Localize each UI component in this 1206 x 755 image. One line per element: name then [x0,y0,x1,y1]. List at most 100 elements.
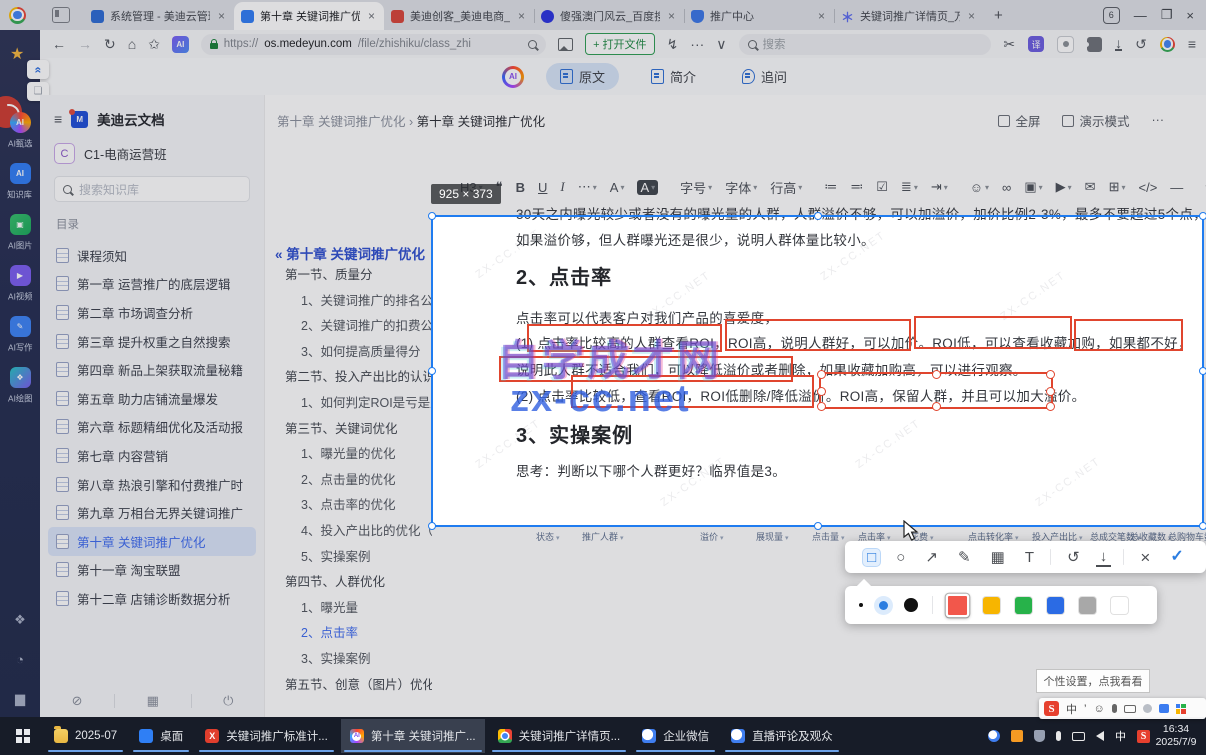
editor-toolbar-button[interactable]: A ▾ [637,179,659,195]
tab-close-icon[interactable]: × [366,9,377,23]
ai-rail-item[interactable]: ▣ AI图片 [0,214,40,252]
taskbar-app-button[interactable]: 直播评论及观众 [722,719,842,753]
selection-handle[interactable] [1199,212,1206,220]
capture-tool-button[interactable]: ↺ [1063,549,1084,566]
favorite-star-icon[interactable]: ★ [10,44,24,64]
viewer-tab[interactable]: 原文 [546,63,620,90]
tray-microphone-icon[interactable] [1056,731,1061,741]
ime-mode-toggle[interactable]: 中 [1066,701,1077,717]
profile-chrome-icon[interactable] [1159,36,1175,52]
tray-sogou-icon[interactable]: S [1137,729,1150,743]
plugin-icon[interactable]: ❖ [14,612,26,628]
minimize-button[interactable]: — [1134,8,1147,23]
capture-tool-button[interactable]: ↗ [921,549,942,566]
stroke-size-option[interactable] [904,598,918,612]
tab-close-icon[interactable]: × [516,9,527,23]
open-file-button[interactable]: + 打开文件 [585,33,655,55]
knowledge-search-input[interactable]: 搜索知识库 [54,176,250,202]
browser-tab[interactable]: 美迪创客_美迪电商_美 × [384,2,534,30]
forward-icon[interactable]: → [78,36,92,52]
tab-group-icon[interactable] [52,7,70,23]
edit-disabled-icon[interactable]: ⊘ [72,693,83,709]
tab-close-icon[interactable]: × [966,9,977,23]
browser-tab[interactable]: 第十章 关键词推广优化 × [234,2,384,30]
fullscreen-button[interactable]: 全屏 [998,111,1040,130]
power-icon[interactable]: ⏻ [223,693,233,709]
tray-ime-mode[interactable]: 中 [1115,728,1126,744]
editor-toolbar-button[interactable]: ⋯ ▾ [578,179,597,195]
taskbar-app-button[interactable]: 第十章 关键词推广... [340,719,485,753]
sogou-logo-icon[interactable]: S [1044,701,1059,716]
ssl-lock-icon[interactable] [209,38,218,49]
capture-tool-button[interactable] [1123,549,1125,565]
collapse-toc-icon[interactable]: « [275,247,283,262]
ai-rail-item[interactable]: AI 知识库 [0,163,40,201]
browser-tab[interactable]: 傻强澳门风云_百度搜索 × [534,2,684,30]
translate-extension-icon[interactable]: 译 [1028,36,1045,52]
close-button[interactable]: × [1186,8,1194,23]
tab-close-icon[interactable]: × [216,9,227,23]
document-list-item[interactable]: 第五章 助力店铺流量爆发 [40,384,264,413]
document-list-item[interactable]: 第七章 内容营销 [40,441,264,470]
editor-toolbar-button[interactable]: ∞ [1002,180,1011,195]
editor-toolbar-button[interactable]: A ▾ [610,180,625,195]
document-list-item[interactable]: 第六章 标题精细优化及活动报 [40,413,264,442]
history-clock-icon[interactable]: ◔ [16,652,24,667]
document-list-item[interactable]: 第九章 万相台无界关键词推广 [40,498,264,527]
editor-toolbar-button[interactable]: U [538,180,547,195]
editor-toolbar-button[interactable]: ≕ [850,179,863,195]
ai-extension-icon[interactable]: AI [171,35,189,53]
breadcrumb-parent[interactable]: 第十章 关键词推广优化 [277,115,405,129]
table-column-header[interactable]: 推广人群 [582,530,700,543]
selection-handle[interactable] [428,212,436,220]
downloads-icon[interactable]: ↓ [1115,36,1123,51]
ime-voice-icon[interactable] [1111,704,1117,713]
tab-close-icon[interactable]: × [816,9,827,23]
taskbar-app-button[interactable]: 2025-07 [45,719,126,753]
editor-toolbar-button[interactable]: ☺ ▾ [970,180,989,195]
browser-tab[interactable]: 系统管理 - 美迪云管理 × [84,2,234,30]
color-swatch[interactable] [1047,596,1064,614]
tray-display-icon[interactable] [1072,731,1085,741]
screenshot-scissors-icon[interactable]: ✂ [1003,36,1015,53]
editor-toolbar-button[interactable]: ⇥ ▾ [931,179,948,195]
selection-handle[interactable] [813,212,822,220]
editor-toolbar-button[interactable]: ≔ [824,179,837,195]
viewer-tab[interactable]: 追问 [728,63,801,90]
menu-icon[interactable]: ≡ [1188,36,1196,52]
image-tool-icon[interactable] [558,37,574,51]
tray-app-icon[interactable] [1011,730,1023,742]
selection-handle[interactable] [1199,367,1206,375]
table-column-header[interactable]: 状态 [536,530,582,543]
capture-tool-button[interactable]: ▦ [987,549,1009,566]
lightning-icon[interactable]: ↯ [667,36,679,53]
editor-toolbar-button[interactable]: ☑ [876,179,888,195]
more-actions-button[interactable]: ··· [1152,113,1165,127]
restore-button[interactable]: ❐ [1161,7,1173,23]
reload-icon[interactable]: ↻ [104,36,116,53]
editor-toolbar-button[interactable]: ≣ ▾ [901,179,918,195]
capture-tool-button[interactable]: T [1021,549,1038,566]
editor-toolbar-button[interactable]: ✉ [1085,179,1096,195]
document-list-item[interactable]: 第八章 热浪引擎和付费推广时 [40,470,264,499]
document-list-item[interactable]: 课程须知 [40,241,264,270]
ime-punctuation-toggle[interactable]: ’ [1084,703,1086,715]
editor-toolbar-button[interactable]: ▣ ▾ [1024,179,1042,195]
color-swatch[interactable] [983,596,1000,614]
ai-rail-item[interactable]: AI AI甄选 [0,112,40,150]
toc-chapter-header[interactable]: « 第十章 关键词推广优化 [275,243,425,263]
history-undo-icon[interactable]: ↺ [1135,36,1147,53]
selection-handle[interactable] [428,522,436,530]
color-swatch[interactable] [1111,596,1128,614]
tray-wechat-work-icon[interactable] [988,730,1000,742]
taskbar-app-button[interactable]: 关键词推广详情页... [489,719,630,753]
bookmark-icon[interactable]: ✩ [148,36,160,53]
capture-tool-button[interactable]: ↓ [1095,548,1112,567]
capture-tool-button[interactable]: ✎ [954,549,975,566]
collapse-sidebar-button[interactable]: « [27,60,49,79]
document-list-item[interactable]: 第二章 市场调查分析 [40,298,264,327]
selection-handle[interactable] [813,522,822,530]
tab-count-badge[interactable]: 6 [1102,6,1120,24]
ime-keyboard-icon[interactable] [1123,704,1136,713]
taskbar-app-button[interactable]: X 关键词推广标准计... [196,719,337,753]
